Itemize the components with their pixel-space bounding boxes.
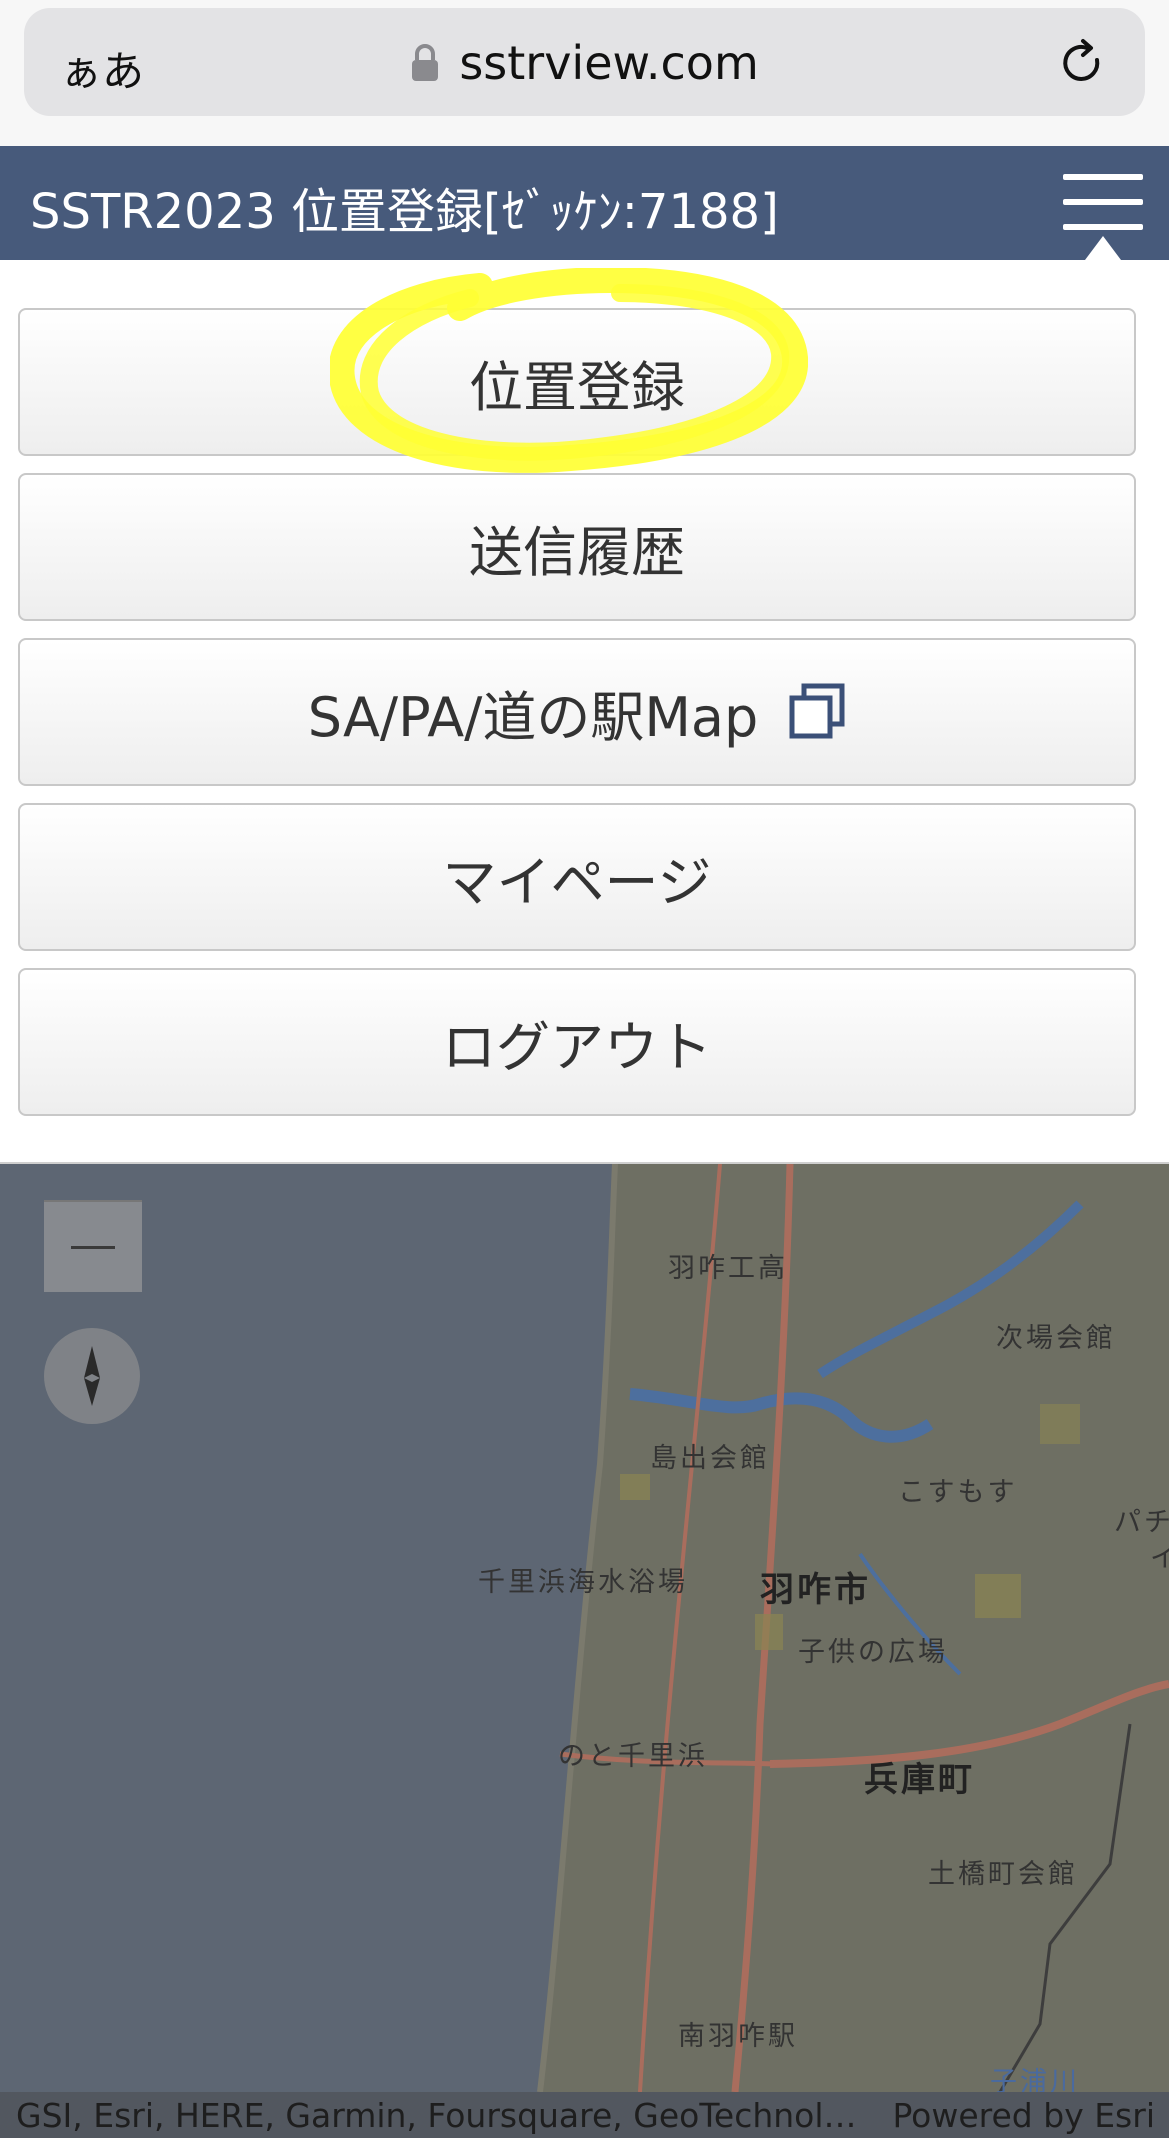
- map-label: 千里浜海水浴場: [478, 1567, 688, 1598]
- map-label: 南羽咋駅: [678, 2021, 798, 2052]
- map-view[interactable]: 羽咋工高 次場会館 島出会館 こすもす パチ イ 千里浜海水浴場 羽咋市 子供の…: [0, 1164, 1169, 2092]
- menu-item-mypage[interactable]: マイページ: [18, 803, 1136, 951]
- map-label: のと千里浜: [558, 1741, 708, 1772]
- external-window-icon: [788, 683, 846, 741]
- map-label: 子浦川: [990, 2067, 1080, 2092]
- map-label: 島出会館: [650, 1443, 770, 1474]
- menu-item-location-register[interactable]: 位置登録: [18, 308, 1136, 456]
- map-label: 羽咋工高: [668, 1253, 788, 1284]
- menu-item-label: マイページ: [442, 850, 712, 914]
- map-label: こすもす: [898, 1477, 1018, 1508]
- menu-item-logout[interactable]: ログアウト: [18, 968, 1136, 1116]
- browser-toolbar: ぁあ sstrview.com: [0, 0, 1169, 146]
- menu-item-label: ログアウト: [442, 1015, 712, 1079]
- attribution-sources[interactable]: GSI, Esri, HERE, Garmin, Foursquare, Geo…: [16, 2096, 857, 2135]
- zoom-out-button[interactable]: [44, 1200, 142, 1292]
- map-label: 子供の広場: [798, 1637, 948, 1668]
- address-bar[interactable]: ぁあ sstrview.com: [24, 8, 1145, 116]
- compass-icon[interactable]: [44, 1328, 140, 1424]
- map-label-city: 羽咋市: [760, 1570, 871, 1610]
- menu-item-send-history[interactable]: 送信履歴: [18, 473, 1136, 621]
- map-label: パチ: [1114, 1507, 1169, 1538]
- map-attribution: GSI, Esri, HERE, Garmin, Foursquare, Geo…: [0, 2092, 1169, 2138]
- url-display[interactable]: sstrview.com: [24, 36, 1145, 90]
- menu-item-label: SA/PA/道の駅Map: [307, 685, 759, 749]
- lock-icon: [410, 43, 440, 83]
- dropdown-menu: 位置登録 送信履歴 SA/PA/道の駅Map マイページ ログアウト: [0, 260, 1169, 1164]
- menu-item-label: 送信履歴: [469, 520, 685, 584]
- url-text: sstrview.com: [459, 36, 759, 90]
- hamburger-icon[interactable]: [1063, 174, 1143, 230]
- powered-by-esri[interactable]: Powered by Esri: [892, 2096, 1155, 2135]
- map-canvas: [0, 1164, 1169, 2092]
- reload-icon[interactable]: [1057, 38, 1107, 88]
- map-label: 次場会館: [996, 1323, 1116, 1354]
- map-label-district: 兵庫町: [864, 1760, 975, 1800]
- menu-item-label: 位置登録: [469, 355, 685, 419]
- map-label: イ: [1150, 1543, 1169, 1574]
- menu-item-sapa-map[interactable]: SA/PA/道の駅Map: [18, 638, 1136, 786]
- page-title: SSTR2023 位置登録[ｾﾞｯｹﾝ:7188]: [30, 184, 779, 240]
- app-header: SSTR2023 位置登録[ｾﾞｯｹﾝ:7188]: [0, 146, 1169, 260]
- minus-icon: [71, 1245, 115, 1249]
- map-label: 土橋町会館: [928, 1859, 1078, 1890]
- menu-pointer: [1085, 236, 1121, 260]
